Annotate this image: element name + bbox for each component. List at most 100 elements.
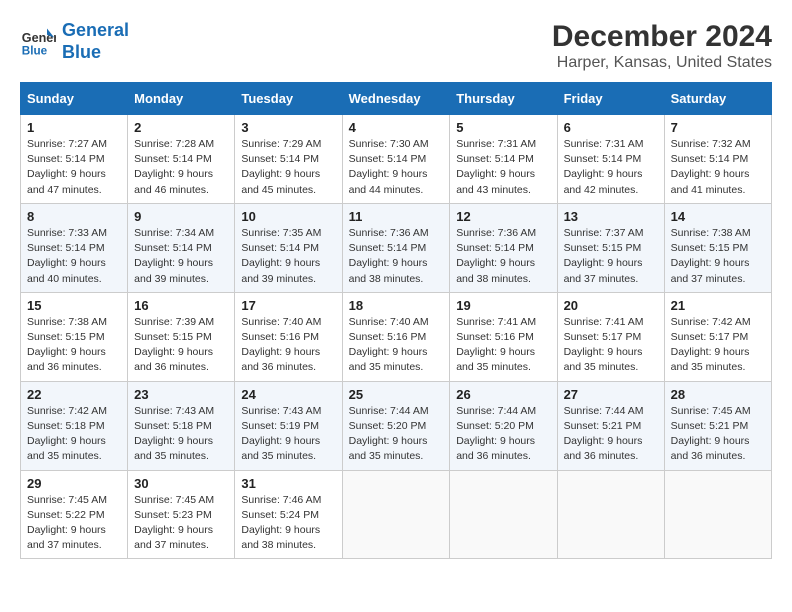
day-info: Sunrise: 7:44 AMSunset: 5:20 PMDaylight:… <box>349 404 444 465</box>
calendar-cell: 25 Sunrise: 7:44 AMSunset: 5:20 PMDayligh… <box>342 381 450 470</box>
day-info: Sunrise: 7:42 AMSunset: 5:18 PMDaylight:… <box>27 404 121 465</box>
calendar-cell: 11Sunrise: 7:36 AMSunset: 5:14 PMDayligh… <box>342 203 450 292</box>
calendar-cell: 19Sunrise: 7:41 AMSunset: 5:16 PMDayligh… <box>450 292 557 381</box>
calendar-header-wednesday: Wednesday <box>342 83 450 115</box>
day-number: 5 <box>456 120 550 135</box>
day-number: 29 <box>27 476 121 491</box>
day-number: 6 <box>564 120 658 135</box>
day-number: 21 <box>671 298 765 313</box>
day-number: 20 <box>564 298 658 313</box>
calendar-header-sunday: Sunday <box>21 83 128 115</box>
calendar-cell: 30 Sunrise: 7:45 AMSunset: 5:23 PMDayligh… <box>128 470 235 559</box>
calendar-cell: 31 Sunrise: 7:46 AMSunset: 5:24 PMDayligh… <box>235 470 342 559</box>
day-info: Sunrise: 7:32 AMSunset: 5:14 PMDaylight:… <box>671 137 765 198</box>
calendar-cell: 3Sunrise: 7:29 AMSunset: 5:14 PMDaylight… <box>235 115 342 204</box>
page-title: December 2024 <box>552 20 772 54</box>
page-header: General Blue GeneralBlue December 2024 H… <box>20 20 772 72</box>
day-info: Sunrise: 7:44 AMSunset: 5:21 PMDaylight:… <box>564 404 658 465</box>
calendar-cell: 7 Sunrise: 7:32 AMSunset: 5:14 PMDaylight… <box>664 115 771 204</box>
calendar-header-tuesday: Tuesday <box>235 83 342 115</box>
day-info: Sunrise: 7:40 AMSunset: 5:16 PMDaylight:… <box>349 315 444 376</box>
calendar-header-monday: Monday <box>128 83 235 115</box>
day-info: Sunrise: 7:37 AMSunset: 5:15 PMDaylight:… <box>564 226 658 287</box>
day-info: Sunrise: 7:29 AMSunset: 5:14 PMDaylight:… <box>241 137 335 198</box>
calendar-cell: 4Sunrise: 7:30 AMSunset: 5:14 PMDaylight… <box>342 115 450 204</box>
day-number: 14 <box>671 209 765 224</box>
calendar-cell: 12 Sunrise: 7:36 AMSunset: 5:14 PMDayligh… <box>450 203 557 292</box>
day-number: 9 <box>134 209 228 224</box>
day-info: Sunrise: 7:46 AMSunset: 5:24 PMDaylight:… <box>241 493 335 554</box>
calendar-table: SundayMondayTuesdayWednesdayThursdayFrid… <box>20 82 772 559</box>
calendar-week-5: 29 Sunrise: 7:45 AMSunset: 5:22 PMDayligh… <box>21 470 772 559</box>
day-info: Sunrise: 7:40 AMSunset: 5:16 PMDaylight:… <box>241 315 335 376</box>
calendar-week-2: 8 Sunrise: 7:33 AMSunset: 5:14 PMDaylight… <box>21 203 772 292</box>
day-number: 12 <box>456 209 550 224</box>
calendar-cell: 28Sunrise: 7:45 AMSunset: 5:21 PMDayligh… <box>664 381 771 470</box>
calendar-cell: 1Sunrise: 7:27 AMSunset: 5:14 PMDaylight… <box>21 115 128 204</box>
calendar-cell: 5 Sunrise: 7:31 AMSunset: 5:14 PMDaylight… <box>450 115 557 204</box>
calendar-cell: 22 Sunrise: 7:42 AMSunset: 5:18 PMDayligh… <box>21 381 128 470</box>
calendar-cell: 18 Sunrise: 7:40 AMSunset: 5:16 PMDayligh… <box>342 292 450 381</box>
day-number: 16 <box>134 298 228 313</box>
svg-text:Blue: Blue <box>22 44 48 57</box>
calendar-cell: 24Sunrise: 7:43 AMSunset: 5:19 PMDayligh… <box>235 381 342 470</box>
day-number: 27 <box>564 387 658 402</box>
calendar-cell: 10 Sunrise: 7:35 AMSunset: 5:14 PMDayligh… <box>235 203 342 292</box>
calendar-header-row: SundayMondayTuesdayWednesdayThursdayFrid… <box>21 83 772 115</box>
day-number: 4 <box>349 120 444 135</box>
calendar-week-3: 15 Sunrise: 7:38 AMSunset: 5:15 PMDayligh… <box>21 292 772 381</box>
calendar-cell: 20 Sunrise: 7:41 AMSunset: 5:17 PMDayligh… <box>557 292 664 381</box>
calendar-cell <box>557 470 664 559</box>
day-number: 7 <box>671 120 765 135</box>
day-info: Sunrise: 7:36 AMSunset: 5:14 PMDaylight:… <box>456 226 550 287</box>
day-number: 15 <box>27 298 121 313</box>
svg-text:General: General <box>22 31 56 45</box>
logo-text: GeneralBlue <box>62 20 129 63</box>
calendar-cell <box>450 470 557 559</box>
calendar-cell <box>342 470 450 559</box>
calendar-cell: 16 Sunrise: 7:39 AMSunset: 5:15 PMDayligh… <box>128 292 235 381</box>
day-info: Sunrise: 7:34 AMSunset: 5:14 PMDaylight:… <box>134 226 228 287</box>
day-info: Sunrise: 7:39 AMSunset: 5:15 PMDaylight:… <box>134 315 228 376</box>
day-number: 10 <box>241 209 335 224</box>
day-info: Sunrise: 7:33 AMSunset: 5:14 PMDaylight:… <box>27 226 121 287</box>
calendar-cell: 27 Sunrise: 7:44 AMSunset: 5:21 PMDayligh… <box>557 381 664 470</box>
day-info: Sunrise: 7:45 AMSunset: 5:21 PMDaylight:… <box>671 404 765 465</box>
day-info: Sunrise: 7:31 AMSunset: 5:14 PMDaylight:… <box>564 137 658 198</box>
title-block: December 2024 Harper, Kansas, United Sta… <box>552 20 772 72</box>
calendar-header-saturday: Saturday <box>664 83 771 115</box>
calendar-cell: 29 Sunrise: 7:45 AMSunset: 5:22 PMDayligh… <box>21 470 128 559</box>
day-info: Sunrise: 7:45 AMSunset: 5:22 PMDaylight:… <box>27 493 121 554</box>
day-info: Sunrise: 7:35 AMSunset: 5:14 PMDaylight:… <box>241 226 335 287</box>
day-number: 22 <box>27 387 121 402</box>
day-number: 18 <box>349 298 444 313</box>
day-info: Sunrise: 7:41 AMSunset: 5:17 PMDaylight:… <box>564 315 658 376</box>
day-number: 30 <box>134 476 228 491</box>
calendar-header-thursday: Thursday <box>450 83 557 115</box>
calendar-cell: 9 Sunrise: 7:34 AMSunset: 5:14 PMDaylight… <box>128 203 235 292</box>
day-number: 25 <box>349 387 444 402</box>
day-number: 8 <box>27 209 121 224</box>
calendar-cell: 23Sunrise: 7:43 AMSunset: 5:18 PMDayligh… <box>128 381 235 470</box>
day-number: 24 <box>241 387 335 402</box>
day-info: Sunrise: 7:42 AMSunset: 5:17 PMDaylight:… <box>671 315 765 376</box>
calendar-header-friday: Friday <box>557 83 664 115</box>
day-info: Sunrise: 7:38 AMSunset: 5:15 PMDaylight:… <box>671 226 765 287</box>
day-info: Sunrise: 7:27 AMSunset: 5:14 PMDaylight:… <box>27 137 121 198</box>
calendar-cell <box>664 470 771 559</box>
day-info: Sunrise: 7:45 AMSunset: 5:23 PMDaylight:… <box>134 493 228 554</box>
calendar-cell: 13 Sunrise: 7:37 AMSunset: 5:15 PMDayligh… <box>557 203 664 292</box>
day-number: 31 <box>241 476 335 491</box>
calendar-cell: 21 Sunrise: 7:42 AMSunset: 5:17 PMDayligh… <box>664 292 771 381</box>
day-number: 13 <box>564 209 658 224</box>
calendar-cell: 6 Sunrise: 7:31 AMSunset: 5:14 PMDaylight… <box>557 115 664 204</box>
calendar-cell: 17Sunrise: 7:40 AMSunset: 5:16 PMDayligh… <box>235 292 342 381</box>
day-number: 26 <box>456 387 550 402</box>
day-info: Sunrise: 7:38 AMSunset: 5:15 PMDaylight:… <box>27 315 121 376</box>
day-number: 19 <box>456 298 550 313</box>
calendar-cell: 15 Sunrise: 7:38 AMSunset: 5:15 PMDayligh… <box>21 292 128 381</box>
day-info: Sunrise: 7:31 AMSunset: 5:14 PMDaylight:… <box>456 137 550 198</box>
day-info: Sunrise: 7:43 AMSunset: 5:18 PMDaylight:… <box>134 404 228 465</box>
logo: General Blue GeneralBlue <box>20 20 129 63</box>
calendar-cell: 2Sunrise: 7:28 AMSunset: 5:14 PMDaylight… <box>128 115 235 204</box>
